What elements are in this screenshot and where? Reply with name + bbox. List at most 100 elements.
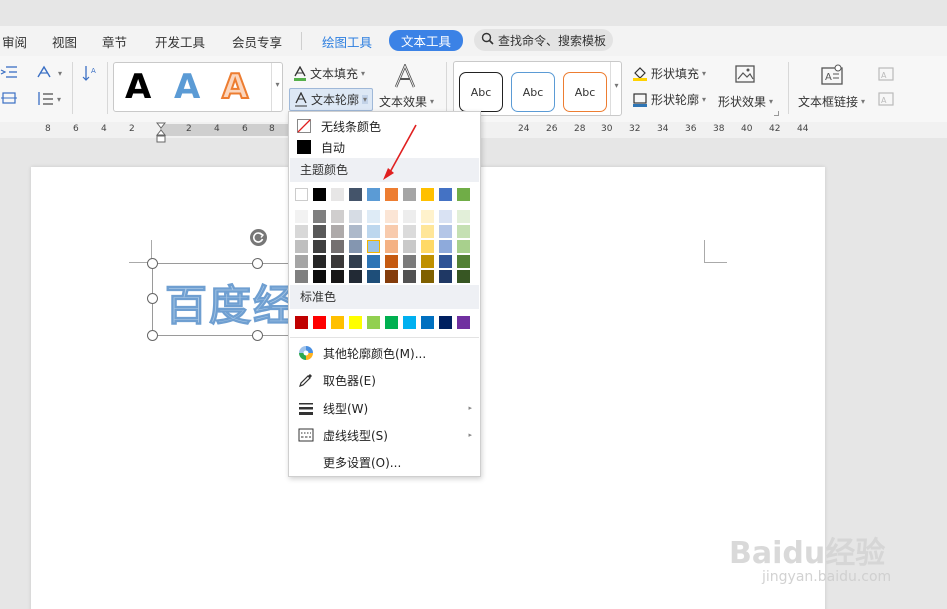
standard-color-swatch[interactable] [457,316,470,329]
command-search[interactable]: 查找命令、搜索模板 [474,29,613,51]
theme-shade-swatch[interactable] [421,255,434,268]
standard-color-swatch[interactable] [439,316,452,329]
tab-view[interactable]: 视图 [52,32,77,51]
theme-shade-swatch[interactable] [385,255,398,268]
indent-icon[interactable] [0,65,18,79]
distribute-icon[interactable] [0,91,18,105]
tab-chapter[interactable]: 章节 [102,32,127,51]
sort-icon[interactable]: A [82,64,98,82]
theme-shade-swatch[interactable] [331,255,344,268]
standard-color-swatch[interactable] [403,316,416,329]
theme-shade-swatch[interactable] [349,270,362,283]
text-direction-icon[interactable] [36,65,56,80]
theme-shade-swatch[interactable] [421,225,434,238]
shape-style-blue[interactable]: Abc [511,72,555,112]
theme-color-swatch[interactable] [349,188,362,201]
theme-color-swatch[interactable] [313,188,326,201]
theme-color-swatch[interactable] [403,188,416,201]
theme-shade-swatch[interactable] [439,225,452,238]
shape-effect-button[interactable]: 形状效果 ▾ [718,93,773,110]
theme-shade-swatch[interactable] [349,210,362,223]
next-textbox-icon[interactable]: A [877,91,895,107]
standard-color-swatch[interactable] [331,316,344,329]
theme-shade-swatch[interactable] [457,270,470,283]
theme-shade-swatch[interactable] [421,210,434,223]
theme-color-swatch[interactable] [331,188,344,201]
tab-review[interactable]: 审阅 [2,32,27,51]
menu-item-dash-type[interactable]: 虚线线型(S) ▸ [289,423,480,447]
tab-drawing-tools[interactable]: 绘图工具 [322,32,372,51]
dialog-launcher-icon[interactable] [774,111,779,116]
tab-text-tools[interactable]: 文本工具 [389,30,464,51]
text-fill-button[interactable]: 文本填充 ▾ [293,65,365,82]
theme-shade-swatch[interactable] [403,270,416,283]
theme-color-swatch[interactable] [421,188,434,201]
theme-color-swatch[interactable] [385,188,398,201]
theme-shade-swatch[interactable] [367,255,380,268]
shape-style-dark[interactable]: Abc [459,72,503,112]
theme-shade-swatch[interactable] [403,225,416,238]
theme-shade-swatch[interactable] [439,255,452,268]
text-style-orange-outline[interactable]: A [221,66,249,108]
theme-shade-swatch[interactable] [421,240,434,253]
resize-handle[interactable] [147,293,158,304]
tab-member[interactable]: 会员专享 [232,32,282,51]
standard-color-swatch[interactable] [313,316,326,329]
theme-shade-swatch[interactable] [403,255,416,268]
shape-effect-icon[interactable] [734,64,756,86]
theme-shade-swatch[interactable] [403,240,416,253]
line-spacing-icon[interactable] [36,91,54,106]
theme-shade-swatch[interactable] [313,210,326,223]
gallery-more-button[interactable]: ▾ [610,62,622,115]
theme-shade-swatch[interactable] [421,270,434,283]
theme-shade-swatch[interactable] [385,210,398,223]
theme-shade-swatch[interactable] [385,225,398,238]
theme-shade-swatch[interactable] [403,210,416,223]
theme-shade-swatch[interactable] [331,240,344,253]
theme-shade-swatch[interactable] [313,240,326,253]
theme-color-swatch[interactable] [367,188,380,201]
standard-color-swatch[interactable] [421,316,434,329]
standard-color-swatch[interactable] [349,316,362,329]
resize-handle[interactable] [252,330,263,341]
theme-shade-swatch[interactable] [439,210,452,223]
theme-shade-swatch[interactable] [349,255,362,268]
theme-shade-swatch[interactable] [367,270,380,283]
theme-shade-swatch[interactable] [295,225,308,238]
theme-shade-swatch[interactable] [439,240,452,253]
shape-style-orange[interactable]: Abc [563,72,607,112]
textbox-link-icon[interactable]: A [820,64,844,86]
textbox-link-button[interactable]: 文本框链接 ▾ [798,93,865,110]
tab-developer[interactable]: 开发工具 [155,32,205,51]
chevron-down-icon[interactable]: ▾ [57,95,61,104]
text-style-gallery[interactable]: A A A ▾ [113,62,283,112]
theme-shade-swatch[interactable] [457,225,470,238]
theme-shade-swatch[interactable] [367,240,380,253]
resize-handle[interactable] [252,258,263,269]
theme-shade-swatch[interactable] [349,240,362,253]
text-effect-icon[interactable] [393,64,417,90]
shape-style-gallery[interactable]: Abc Abc Abc ▾ [453,61,622,116]
rotate-handle[interactable] [250,229,267,246]
theme-shade-swatch[interactable] [295,270,308,283]
theme-shade-swatch[interactable] [439,270,452,283]
menu-item-eyedropper[interactable]: 取色器(E) [289,368,480,392]
text-box-content[interactable]: 百度经 [164,272,297,333]
theme-shade-swatch[interactable] [313,270,326,283]
text-effect-button[interactable]: 文本效果 ▾ [379,93,434,110]
theme-color-swatch[interactable] [439,188,452,201]
standard-color-swatch[interactable] [385,316,398,329]
theme-shade-swatch[interactable] [331,270,344,283]
theme-shade-swatch[interactable] [295,210,308,223]
theme-color-swatch[interactable] [457,188,470,201]
theme-shade-swatch[interactable] [457,255,470,268]
menu-item-more-settings[interactable]: 更多设置(O)... [289,450,480,474]
theme-shade-swatch[interactable] [457,210,470,223]
standard-color-swatch[interactable] [367,316,380,329]
theme-shade-swatch[interactable] [385,240,398,253]
theme-shade-swatch[interactable] [295,240,308,253]
previous-textbox-icon[interactable]: A [877,66,895,82]
theme-shade-swatch[interactable] [385,270,398,283]
chevron-down-icon[interactable]: ▾ [58,69,62,78]
theme-shade-swatch[interactable] [331,225,344,238]
